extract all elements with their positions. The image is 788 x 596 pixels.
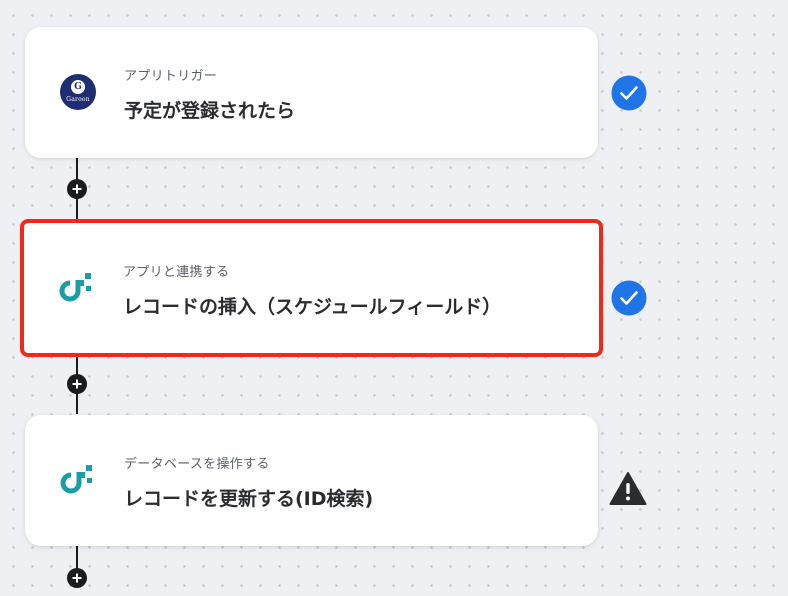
add-step-button[interactable]: [67, 374, 87, 394]
garoon-logo-icon: G Garoon: [60, 74, 96, 110]
flow-step-card-update-record[interactable]: データベースを操作する レコードを更新する(ID検索): [25, 415, 598, 546]
flow-step-card-trigger[interactable]: G Garoon アプリトリガー 予定が登録されたら: [25, 27, 598, 158]
data-app-logo-icon: [59, 270, 95, 306]
step-subtitle: アプリトリガー: [124, 69, 218, 84]
add-step-button[interactable]: [67, 568, 87, 588]
complete-check-icon: [611, 280, 647, 316]
garoon-logo-letter: G: [71, 80, 85, 94]
step-title: レコードの挿入（スケジュールフィールド）: [123, 296, 502, 318]
data-app-logo-icon: [60, 462, 96, 498]
step-title: レコードを更新する(ID検索): [124, 488, 374, 510]
complete-check-icon: [611, 75, 647, 111]
step-title: 予定が登録されたら: [124, 100, 296, 122]
add-step-button[interactable]: [67, 179, 87, 199]
step-subtitle: アプリと連携する: [123, 265, 230, 280]
warning-icon: [609, 471, 647, 507]
garoon-logo-word: Garoon: [66, 96, 90, 103]
flow-step-card-insert-record[interactable]: アプリと連携する レコードの挿入（スケジュールフィールド）: [20, 219, 603, 357]
step-subtitle: データベースを操作する: [124, 457, 270, 472]
